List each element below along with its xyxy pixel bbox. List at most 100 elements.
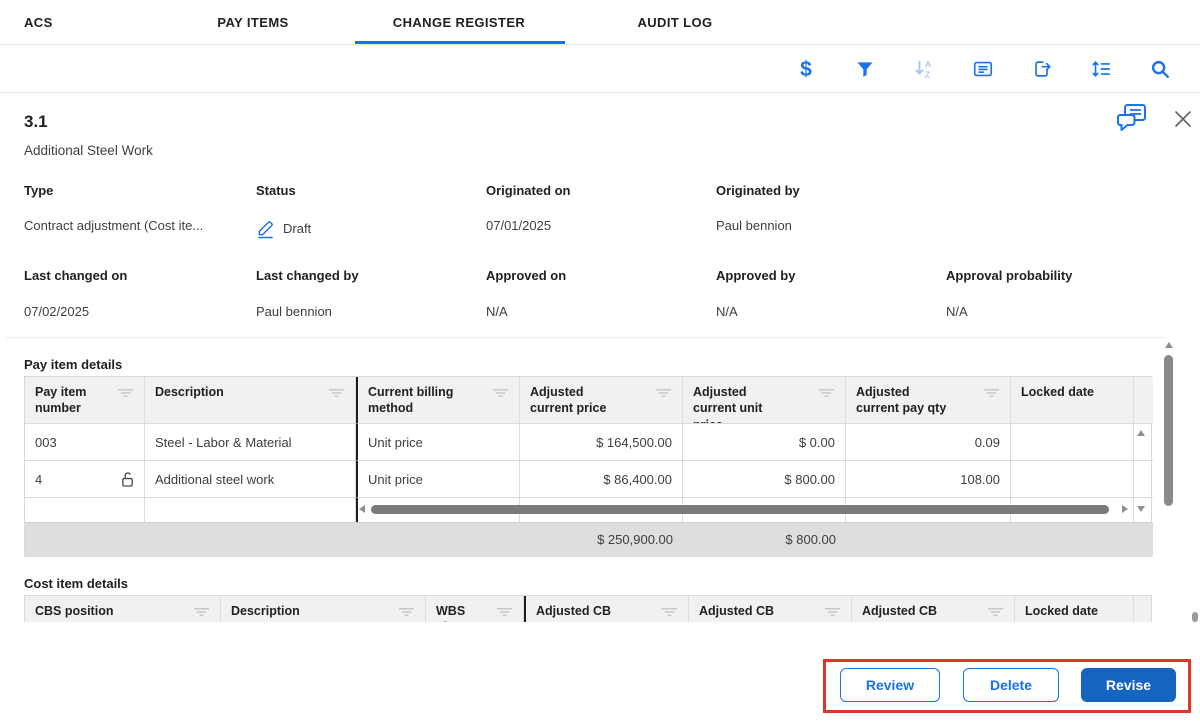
cell-pay-item-number: 003 [25,424,145,461]
form-view-icon[interactable] [965,51,1001,87]
row-height-icon[interactable] [1083,51,1119,87]
column-header-adjusted-cb-qty[interactable]: Adjusted CB qty [852,596,1015,622]
sort-az-icon[interactable]: A Z [906,51,942,87]
close-icon[interactable] [1170,106,1196,132]
cell-adjusted-current-pay-qty: 108.00 [846,461,1011,498]
cell-pay-item-number: 4 [25,461,145,498]
column-header-adjusted-current-unit-price[interactable]: Adjusted current unit price [683,377,846,424]
field-label-originated-on: Originated on [486,183,716,198]
cell-description: Steel - Labor & Material [145,424,356,461]
column-header-locked-date[interactable]: Locked date [1011,377,1134,424]
horizontal-scrollbar[interactable] [371,505,1109,514]
field-value-last-changed-by: Paul bennion [256,304,486,319]
column-header-description[interactable]: Description [221,596,426,622]
pay-item-table: Pay item number Description Current bill… [24,376,1152,557]
comments-icon[interactable] [1114,102,1148,134]
cell-adjusted-current-price: $ 86,400.00 [520,461,683,498]
table-scroll-up-icon[interactable] [1137,430,1145,436]
record-title: Additional Steel Work [24,143,153,158]
cost-item-table: CBS position Description WBS pha... Adju… [24,595,1152,622]
pay-item-row-2[interactable]: 4 Additional steel work Unit price $ 86,… [25,461,1151,498]
delete-button[interactable]: Delete [963,668,1059,702]
column-filter-icon[interactable] [496,606,513,622]
section-divider [6,337,1166,338]
field-label-last-changed-by: Last changed by [256,268,486,283]
field-value-originated-on: 07/01/2025 [486,218,716,239]
cell-adjusted-current-unit-price: $ 800.00 [683,461,846,498]
field-value-status: Draft [256,218,486,239]
column-filter-icon[interactable] [117,387,134,403]
svg-text:A: A [925,59,932,69]
column-filter-icon[interactable] [328,387,345,403]
change-register-screen: ACS PAY ITEMS CHANGE REGISTER AUDIT LOG … [0,0,1200,723]
field-label-originated-by: Originated by [716,183,946,198]
field-value-approved-on: N/A [486,304,716,319]
column-header-adjusted-cb-cost[interactable]: Adjusted CB cost [524,596,689,622]
column-header-pay-item-number[interactable]: Pay item number [25,377,145,424]
field-values-row1: Contract adjustment (Cost ite... Draft 0… [24,218,1174,239]
export-page-icon[interactable] [1024,51,1060,87]
column-filter-icon[interactable] [492,387,509,403]
cell-locked-date [1011,424,1134,461]
column-header-description[interactable]: Description [145,377,356,424]
column-filter-icon[interactable] [193,606,210,622]
cell-adjusted-current-unit-price: $ 0.00 [683,424,846,461]
panel-scroll-up-icon[interactable] [1165,342,1173,348]
column-filter-icon[interactable] [987,606,1004,622]
column-header-adjusted-current-pay-qty[interactable]: Adjusted current pay qty [846,377,1011,424]
column-header-cbs-position[interactable]: CBS position [25,596,221,622]
column-filter-icon[interactable] [824,606,841,622]
column-filter-icon[interactable] [818,387,835,403]
cell-description: Additional steel work [145,461,356,498]
toolbar: $ A Z [0,45,1200,93]
panel-scrollbar[interactable] [1164,355,1173,506]
table-scroll-right-icon[interactable] [1122,505,1128,513]
cell-adjusted-current-pay-qty: 0.09 [846,424,1011,461]
field-values-row2: 07/02/2025 Paul bennion N/A N/A N/A [24,304,1174,319]
column-filter-icon[interactable] [983,387,1000,403]
tab-acs[interactable]: ACS [24,0,53,45]
tab-audit-log[interactable]: AUDIT LOG [637,0,712,45]
tab-change-register[interactable]: CHANGE REGISTER [393,0,525,45]
record-id: 3.1 [24,112,48,132]
currency-icon[interactable]: $ [788,51,824,87]
field-value-last-changed-on: 07/02/2025 [24,304,256,319]
field-label-status: Status [256,183,486,198]
review-button[interactable]: Review [840,668,940,702]
table-scroll-strip [1134,377,1153,424]
column-header-adjusted-current-price[interactable]: Adjusted current price [520,377,683,424]
filter-icon[interactable] [847,51,883,87]
cell-billing-method: Unit price [356,461,520,498]
column-header-locked-date[interactable]: Locked date [1015,596,1134,622]
column-header-current-billing-method[interactable]: Current billing method [356,377,520,424]
field-label-last-changed-on: Last changed on [24,268,256,283]
table-scroll-left-icon[interactable] [359,505,365,513]
svg-text:Z: Z [925,69,931,79]
unlocked-padlock-icon [121,471,134,488]
field-value-approved-by: N/A [716,304,946,319]
edit-pencil-icon[interactable] [256,218,275,239]
cost-item-details-title: Cost item details [24,576,128,591]
column-filter-icon[interactable] [398,606,415,622]
column-header-wbs-phase[interactable]: WBS pha... [426,596,524,622]
field-label-approved-by: Approved by [716,268,946,283]
column-header-adjusted-cb-mhrs[interactable]: Adjusted CB MHrs [689,596,852,622]
field-labels-row1: Type Status Originated on Originated by [24,183,1174,198]
pay-item-details-title: Pay item details [24,357,122,372]
search-icon[interactable] [1142,51,1178,87]
column-filter-icon[interactable] [655,387,672,403]
field-label-approved-on: Approved on [486,268,716,283]
table-scroll-down-icon[interactable] [1137,506,1145,512]
field-value-type: Contract adjustment (Cost ite... [24,218,256,239]
tab-pay-items[interactable]: PAY ITEMS [217,0,288,45]
column-filter-icon[interactable] [661,606,678,622]
tab-bar: ACS PAY ITEMS CHANGE REGISTER AUDIT LOG [0,0,1200,45]
cell-billing-method: Unit price [356,424,520,461]
pay-item-table-header: Pay item number Description Current bill… [25,377,1151,424]
page-scrollbar[interactable] [1192,612,1198,622]
cell-adjusted-current-price: $ 164,500.00 [520,424,683,461]
pay-item-row-1[interactable]: 003 Steel - Labor & Material Unit price … [25,424,1151,461]
active-tab-indicator [355,41,565,44]
revise-button[interactable]: Revise [1081,668,1176,702]
field-label-approval-probability: Approval probability [946,268,1174,283]
